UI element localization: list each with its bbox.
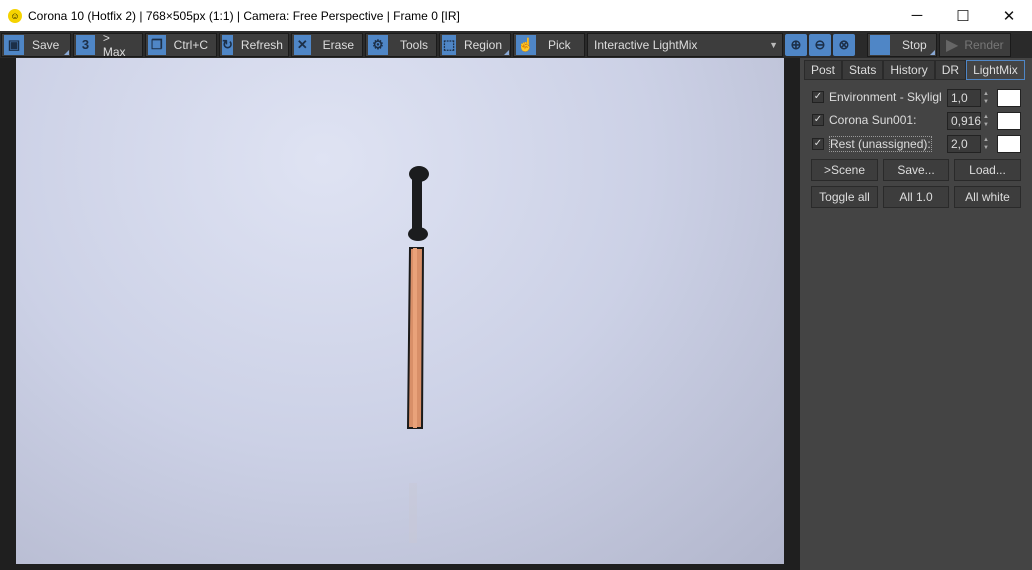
- render-button[interactable]: ▶ Render: [939, 32, 1011, 57]
- load-lightmix-button[interactable]: Load...: [954, 159, 1021, 181]
- side-panel: Post Stats History DR LightMix ✓ Environ…: [800, 58, 1032, 570]
- three-icon: 3: [76, 34, 95, 55]
- refresh-icon: ↻: [222, 34, 233, 55]
- tab-lightmix[interactable]: LightMix: [966, 60, 1025, 80]
- spinner-arrows-icon[interactable]: ▲ ▼: [983, 136, 991, 152]
- color-swatch[interactable]: [997, 89, 1021, 107]
- spinner-arrows-icon[interactable]: ▲ ▼: [983, 113, 991, 129]
- window-title: Corona 10 (Hotfix 2) | 768×505px (1:1) |…: [28, 8, 460, 23]
- spinner-arrows-icon[interactable]: ▲ ▼: [983, 90, 991, 106]
- pick-button[interactable]: ☝ Pick: [513, 32, 585, 57]
- chevron-down-icon: ▼: [769, 39, 778, 50]
- max-button[interactable]: 3 > Max: [73, 31, 143, 59]
- copy-button[interactable]: ❐ Ctrl+C: [145, 32, 217, 57]
- light-checkbox[interactable]: ✓: [812, 138, 824, 150]
- rendered-image: [406, 166, 429, 543]
- light-row-sun: ✓ Corona Sun001:: [812, 113, 917, 127]
- panel-tabs: Post Stats History DR LightMix: [800, 60, 1032, 80]
- tab-history[interactable]: History: [883, 60, 935, 80]
- hand-pointer-icon: ☝: [516, 34, 536, 55]
- tools-button[interactable]: ⚙ Tools: [365, 32, 437, 57]
- toolbar: ▣ Save 3 > Max ❐ Ctrl+C ↻ Refresh ✕ Erase ⚙ To…: [0, 31, 1032, 59]
- zoom-out-icon[interactable]: ⊖: [809, 33, 831, 56]
- intensity-input[interactable]: 1,0: [947, 89, 981, 107]
- region-select-icon: ⬚: [442, 34, 456, 55]
- save-button[interactable]: ▣ Save: [1, 32, 71, 57]
- render-viewport[interactable]: [16, 58, 784, 564]
- display-mode-dropdown[interactable]: Interactive LightMix ▼: [587, 32, 783, 57]
- save-lightmix-button[interactable]: Save...: [883, 159, 949, 181]
- tab-stats[interactable]: Stats: [842, 60, 884, 80]
- floppy-icon: ▣: [4, 34, 24, 55]
- tab-dr[interactable]: DR: [934, 60, 967, 80]
- zoom-in-icon[interactable]: ⊕: [785, 33, 807, 56]
- copy-icon: ❐: [148, 34, 166, 55]
- all-white-button[interactable]: All white: [954, 186, 1021, 208]
- gear-icon: ⚙: [368, 34, 388, 55]
- refresh-button[interactable]: ↻ Refresh: [219, 32, 289, 57]
- color-swatch[interactable]: [997, 112, 1021, 130]
- title-bar: ☺ Corona 10 (Hotfix 2) | 768×505px (1:1)…: [0, 0, 1032, 31]
- minimize-button[interactable]: ─: [894, 0, 940, 31]
- intensity-input[interactable]: 2,0: [947, 135, 981, 153]
- light-checkbox[interactable]: ✓: [812, 91, 824, 103]
- light-checkbox[interactable]: ✓: [812, 114, 824, 126]
- corona-logo-icon: ☺: [8, 8, 22, 23]
- all-one-button[interactable]: All 1.0: [883, 186, 949, 208]
- zoom-reset-icon[interactable]: ⊗: [833, 33, 855, 56]
- maximize-button[interactable]: ☐: [940, 0, 986, 31]
- stop-square-icon: [870, 34, 890, 55]
- to-scene-button[interactable]: >Scene: [811, 159, 878, 181]
- intensity-input[interactable]: 0,916: [947, 112, 981, 130]
- erase-button[interactable]: ✕ Erase: [291, 32, 363, 57]
- erase-x-icon: ✕: [294, 34, 311, 55]
- tab-post[interactable]: Post: [804, 60, 843, 80]
- region-button[interactable]: ⬚ Region: [439, 32, 511, 57]
- light-row-rest: ✓ Rest (unassigned):: [812, 136, 932, 152]
- light-row-environment: ✓ Environment - Skyligh: [812, 90, 941, 104]
- close-button[interactable]: ✕: [986, 0, 1032, 31]
- color-swatch[interactable]: [997, 135, 1021, 153]
- toggle-all-button[interactable]: Toggle all: [811, 186, 878, 208]
- play-icon: ▶: [946, 36, 959, 54]
- stop-button[interactable]: Stop: [867, 32, 937, 57]
